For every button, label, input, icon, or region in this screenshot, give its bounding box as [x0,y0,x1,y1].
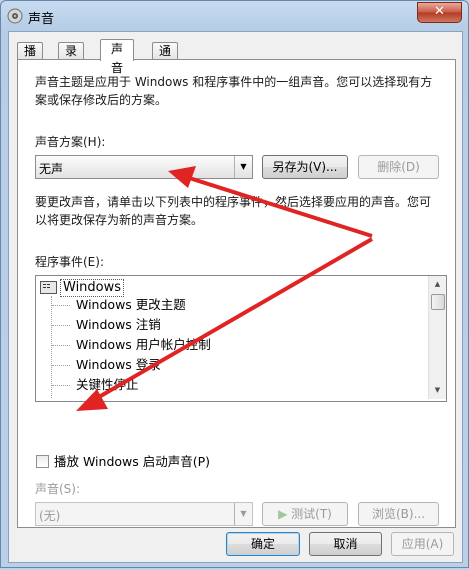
speaker-icon [7,8,23,24]
tab-playback[interactable]: 播放 [17,42,44,75]
scroll-down-icon[interactable]: ▼ [429,382,446,399]
delete-button[interactable]: 删除(D) [358,155,439,179]
startup-sound-checkbox[interactable] [36,455,49,468]
instruction-line2: 以将更改保存为新的声音方案。 [35,213,204,227]
dialog-client-area: 播放 录制 声音 通信 声音主题是应用于 Windows 和程序事件中的一组声音… [8,31,463,563]
window-icon [40,281,57,294]
startup-sound-label[interactable]: 播放 Windows 启动声音(P) [54,451,210,470]
title-bar[interactable]: 声音 ✕ [1,1,468,31]
sound-dialog-window: 声音 ✕ 播放 录制 声音 通信 声音主题是应用于 Windows 和程序事件中… [0,0,469,568]
chevron-down-icon[interactable]: ▼ [234,503,252,525]
vertical-scrollbar[interactable]: ▲ ▼ [428,276,446,399]
window-title: 声音 [28,12,55,27]
play-icon: ▶ [278,507,292,521]
list-item-label: Windows 用户帐户控制 [76,337,211,352]
scrollbar-thumb[interactable] [431,294,445,310]
program-events-list[interactable]: Windows Windows 更改主题 Windows 注销 Windows … [35,275,447,402]
test-button-label: 测试(T) [291,507,332,521]
list-item-label: Windows 更改主题 [76,297,186,312]
list-item-label: Windows 注销 [76,317,161,332]
list-item-label: Windows 登录 [76,357,161,372]
scheme-value: 无声 [39,162,64,176]
sounds-tab-panel: 声音主题是应用于 Windows 和程序事件中的一组声音。您可以选择现有方 案或… [17,59,456,528]
cancel-button[interactable]: 取消 [309,532,382,556]
tab-communications[interactable]: 通信 [152,42,179,75]
tab-recording[interactable]: 录制 [58,42,85,75]
intro-text-line1: 声音主题是应用于 Windows 和程序事件中的一组声音。您可以选择现有方 [35,75,433,89]
test-button[interactable]: ▶ 测试(T) [262,502,348,526]
events-label: 程序事件(E): [35,255,104,269]
save-as-button[interactable]: 另存为(V)... [262,155,348,179]
sound-value: (无) [39,509,61,523]
sound-label: 声音(S): [35,482,81,496]
scroll-up-icon[interactable]: ▲ [429,276,446,293]
tab-sounds[interactable]: 声音 [100,39,135,75]
intro-text-line2: 案或保存修改后的方案。 [35,93,168,107]
list-item-label: 关键性停止 [76,377,139,392]
chevron-down-icon[interactable]: ▼ [234,156,252,178]
tree-connector [51,296,53,398]
instruction-line1: 要更改声音，请单击以下列表中的程序事件，然后选择要应用的声音。您可 [35,195,432,209]
sound-select[interactable]: (无) ▼ [35,502,253,526]
ok-button[interactable]: 确定 [226,532,300,556]
browse-button[interactable]: 浏览(B)... [358,502,439,526]
apply-button[interactable]: 应用(A) [391,532,454,556]
close-button[interactable]: ✕ [417,2,462,23]
scheme-select[interactable]: 无声 ▼ [35,155,253,179]
scheme-label: 声音方案(H): [35,135,106,149]
